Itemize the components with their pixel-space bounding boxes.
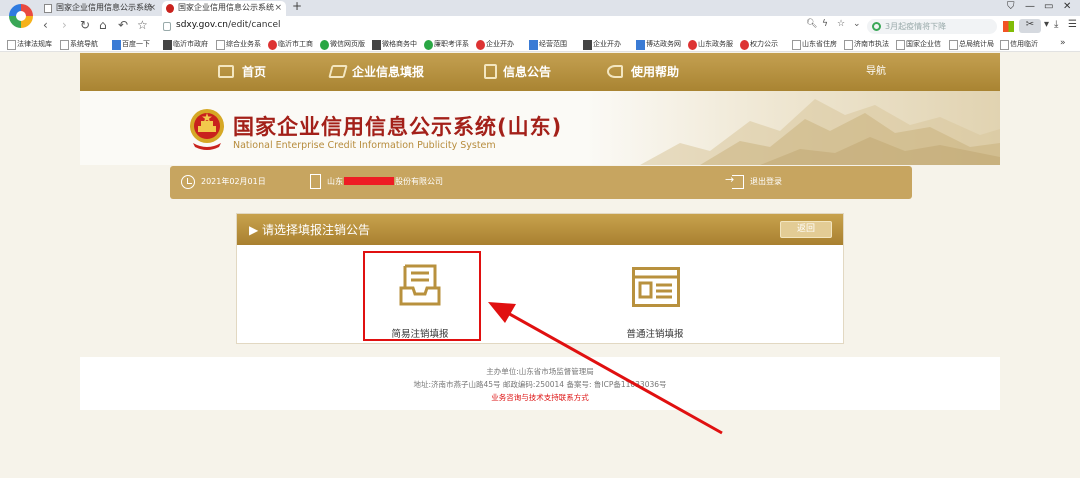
- company-name: 山东 股份有限公司: [327, 177, 443, 186]
- bookmark-star-icon[interactable]: ☆: [837, 19, 845, 29]
- edit-icon: [328, 65, 348, 78]
- url-text[interactable]: sdxy.gov.cn/edit/cancel: [176, 20, 281, 30]
- url-field[interactable]: sdxy.gov.cn/edit/cancel: [159, 19, 864, 34]
- nav-item-announcements[interactable]: 信息公告: [484, 53, 584, 91]
- zoom-icon[interactable]: 🔍︎: [806, 19, 817, 29]
- bookmark-item[interactable]: 临沂市政府: [163, 39, 208, 50]
- bookmark-item[interactable]: 法律法规库: [7, 39, 52, 50]
- dropdown-icon[interactable]: ▾: [1044, 19, 1049, 30]
- scissors-icon[interactable]: ✂: [1019, 19, 1041, 33]
- site-footer: 主办单位:山东省市场监督管理局 地址:济南市燕子山路45号 邮政编码:25001…: [80, 357, 1000, 410]
- undo-icon[interactable]: ↶: [118, 18, 128, 32]
- support-contact-link[interactable]: 业务咨询与技术支持联系方式: [80, 392, 1000, 403]
- site-banner: 国家企业信用信息公示系统(山东) National Enterprise Cre…: [80, 91, 1000, 165]
- clock-icon: [181, 175, 195, 189]
- document-icon: [484, 64, 497, 79]
- monitor-icon: [218, 65, 234, 78]
- nav-label: 信息公告: [503, 65, 552, 79]
- nav-item-enterprise-report[interactable]: 企业信息填报: [328, 53, 450, 91]
- building-icon: [310, 174, 321, 189]
- bookmark-item[interactable]: 企业开办: [476, 39, 514, 50]
- bookmarks-bar: 法律法规库 系统导航 百度一下 临沂市政府 综合业务系 临沂市工商 微信网页版 …: [0, 36, 1080, 52]
- more-bookmarks-icon[interactable]: »: [1060, 38, 1066, 48]
- panel-header: ▶ 请选择填报注销公告 返回: [237, 214, 843, 245]
- bookmark-item[interactable]: 百度一下: [112, 39, 150, 50]
- mountain-artwork: [640, 99, 1000, 165]
- bookmark-item[interactable]: 临沂市工商: [268, 39, 313, 50]
- close-icon[interactable]: ×: [148, 1, 156, 15]
- bookmark-item[interactable]: 微信网页版: [320, 39, 365, 50]
- search-engine-icon: [872, 22, 881, 31]
- tab-title: 国家企业信用信息公示系统: [178, 3, 274, 12]
- search-input[interactable]: 3月起疫情将下降 ⌕: [867, 19, 1011, 34]
- tab-title: 国家企业信用信息公示系统: [56, 3, 152, 12]
- bookmark-item[interactable]: 博达政务网: [636, 39, 681, 50]
- restore-icon[interactable]: ▭: [1044, 1, 1053, 12]
- cancel-announcement-panel: ▶ 请选择填报注销公告 返回 简易注销填报 普通注销填报: [236, 213, 844, 344]
- nav-label: 首页: [242, 65, 267, 79]
- close-icon[interactable]: ×: [274, 1, 282, 15]
- security-icon: [163, 22, 171, 31]
- back-button[interactable]: 返回: [780, 221, 832, 238]
- nav-item-help[interactable]: 使用帮助: [607, 53, 707, 91]
- emblem-icon: [166, 4, 174, 13]
- panel-title: ▶ 请选择填报注销公告: [249, 223, 371, 237]
- forward-icon[interactable]: ›: [62, 18, 67, 32]
- bookmark-item[interactable]: 山东政务服: [688, 39, 733, 50]
- option-label: 普通注销填报: [626, 329, 684, 340]
- browser-tab-2[interactable]: 国家企业信用信息公示系统 ×: [162, 1, 286, 16]
- window-close-icon[interactable]: ✕: [1063, 1, 1071, 12]
- browser-tab-1[interactable]: 国家企业信用信息公示系统 ×: [40, 1, 160, 16]
- bookmark-item[interactable]: 廉职考评系: [424, 39, 469, 50]
- home-icon[interactable]: ⌂: [99, 18, 107, 32]
- address-bar: ‹ › ↻ ⌂ ↶ ☆ sdxy.gov.cn/edit/cancel 🔍︎ ϟ…: [0, 16, 1080, 36]
- highlight-annotation: [363, 251, 481, 341]
- bookmark-item[interactable]: 企业开办: [583, 39, 621, 50]
- bookmark-item[interactable]: 权力公示: [740, 39, 778, 50]
- windows-icon[interactable]: [1003, 21, 1014, 32]
- download-icon[interactable]: ⤓: [1054, 19, 1058, 30]
- new-tab-button[interactable]: +: [292, 0, 302, 13]
- star-icon[interactable]: ☆: [137, 18, 148, 32]
- form-list-icon: [632, 267, 680, 307]
- bookmark-item[interactable]: 山东省住房: [792, 39, 837, 50]
- bookmark-item[interactable]: 济南市执法: [844, 39, 889, 50]
- logout-icon[interactable]: [725, 173, 744, 189]
- main-nav: 首页 企业信息填报 信息公告 使用帮助 导航: [80, 53, 1000, 91]
- shield-icon[interactable]: ⛉: [1007, 1, 1015, 12]
- browser-logo-icon: [9, 4, 33, 28]
- search-placeholder: 3月起疫情将下降: [885, 22, 947, 31]
- current-date: 2021年02月01日: [201, 177, 266, 186]
- tab-bar: 国家企业信用信息公示系统 × 国家企业信用信息公示系统 × + ⛉ — ▭ ✕: [0, 0, 1080, 16]
- bookmark-item[interactable]: 国家企业信: [896, 39, 941, 50]
- nav-label: 使用帮助: [631, 65, 680, 79]
- nav-guide-link[interactable]: 导航: [866, 53, 886, 91]
- footer-address: 地址:济南市燕子山路45号 邮政编码:250014 备案号: 鲁ICP备1103…: [413, 380, 667, 389]
- extension-area: ✂ ▾ ⤓ ☰: [1003, 18, 1079, 34]
- minimize-icon[interactable]: —: [1025, 1, 1035, 12]
- reload-icon[interactable]: ↻: [80, 18, 90, 32]
- menu-icon[interactable]: ☰: [1068, 19, 1077, 30]
- bookmark-item[interactable]: 信用临沂: [1000, 39, 1038, 50]
- user-info-bar: 2021年02月01日 山东股份有限公司 退出登录: [170, 166, 912, 199]
- nav-label: 企业信息填报: [352, 65, 425, 79]
- page-icon: [44, 4, 52, 13]
- footer-sponsor: 主办单位:山东省市场监督管理局: [486, 367, 594, 376]
- bookmark-item[interactable]: 系统导航: [60, 39, 98, 50]
- bookmark-item[interactable]: 总局统计局: [949, 39, 994, 50]
- back-icon[interactable]: ‹: [43, 18, 48, 32]
- site-title: 国家企业信用信息公示系统(山东): [233, 115, 563, 139]
- bookmark-item[interactable]: 经营范围: [529, 39, 567, 50]
- bookmark-item[interactable]: 综合业务系: [216, 39, 261, 50]
- logout-link[interactable]: 退出登录: [750, 176, 782, 187]
- site-subtitle: National Enterprise Credit Information P…: [233, 140, 496, 151]
- national-emblem-icon: [190, 109, 224, 150]
- nav-item-home[interactable]: 首页: [218, 53, 308, 91]
- chevron-down-icon[interactable]: ⌄: [853, 19, 861, 29]
- bookmark-item[interactable]: 微格商务中: [372, 39, 417, 50]
- normal-cancel-option[interactable]: 普通注销填报: [537, 246, 837, 344]
- lightning-icon[interactable]: ϟ: [822, 19, 828, 29]
- speaker-icon: [607, 65, 623, 78]
- redaction-mark: [344, 177, 394, 185]
